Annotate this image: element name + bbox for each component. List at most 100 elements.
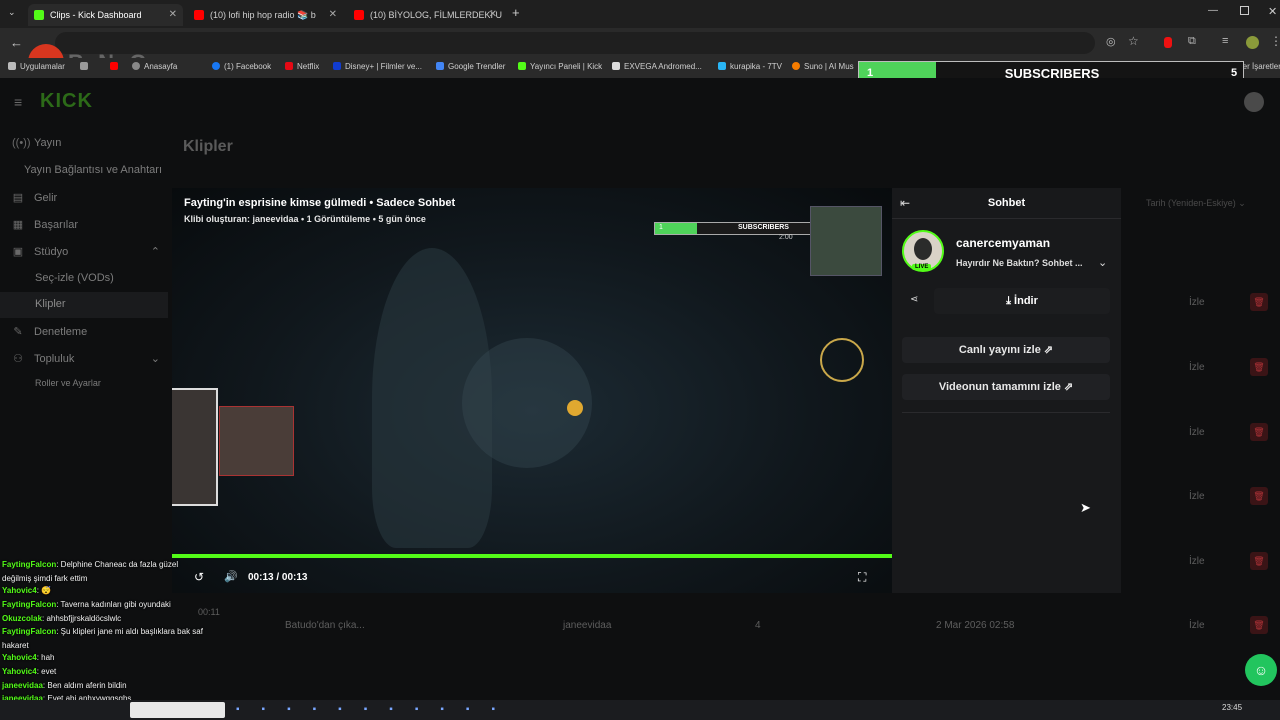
chat-message: Okuzcolak: ahhsbfjjrskaldöcslwlc: [2, 614, 121, 623]
bookmark-suno[interactable]: Suno | AI Mus: [792, 62, 854, 71]
maximize-button[interactable]: [1240, 6, 1249, 15]
delete-icon[interactable]: 🗑: [1250, 487, 1268, 505]
bookmark-exvega[interactable]: EXVEGA Andromed...: [612, 62, 702, 71]
close-tab-icon[interactable]: ✕: [329, 4, 337, 26]
bookmark-netflix[interactable]: Netflix: [285, 62, 319, 71]
download-button[interactable]: ⤓ İndir: [934, 288, 1110, 314]
row-action-izle[interactable]: İzle: [1189, 620, 1205, 631]
star-icon[interactable]: ☆: [1128, 34, 1139, 48]
tab-clips-kick[interactable]: Clips - Kick Dashboard ✕: [28, 4, 183, 26]
sidebar-item-yayin[interactable]: ((•)) Yayın: [12, 137, 61, 149]
watch-full-video-button[interactable]: Videonun tamamını izle ⇗: [902, 374, 1110, 400]
menu-icon[interactable]: ⋮: [1270, 34, 1280, 48]
extension-red-icon[interactable]: [1164, 37, 1172, 48]
tab-biyolog[interactable]: (10) BİYOLOG, FİLMLERDEKİ U ✕: [348, 4, 503, 26]
hamburger-menu-icon[interactable]: ≡: [14, 94, 22, 110]
row-action-izle[interactable]: İzle: [1189, 556, 1205, 567]
extensions-icon[interactable]: ⧉: [1188, 35, 1196, 48]
kick-favicon-icon: [34, 10, 44, 20]
download-label: İndir: [1014, 295, 1038, 307]
tab-title: (10) BİYOLOG, FİLMLERDEKİ U: [370, 10, 503, 20]
chat-username[interactable]: Yahovic4: [2, 653, 37, 662]
channel-name[interactable]: canercemyaman: [956, 236, 1050, 250]
bookmark-kick-panel[interactable]: Yayıncı Paneli | Kick: [518, 62, 602, 71]
chat-username[interactable]: FaytingFalcon: [2, 600, 56, 609]
panel-divider: [892, 218, 1121, 219]
kick-chat-fab[interactable]: ☺: [1245, 654, 1277, 686]
chat-text: : evet: [36, 667, 57, 676]
delete-icon[interactable]: 🗑: [1250, 293, 1268, 311]
ingame-timer: 2:00: [779, 234, 793, 241]
chevron-down-icon: ⌄: [1238, 198, 1246, 208]
7tv-icon: [718, 62, 726, 70]
clip-video-player[interactable]: Fayting'in esprisine kimse gülmedi • Sad…: [172, 188, 892, 593]
sidebar-item-vods[interactable]: Seç-izle (VODs): [35, 272, 114, 284]
minimize-button[interactable]: —: [1208, 5, 1218, 16]
sidebar-item-basarilar[interactable]: ▦ Başarılar: [12, 218, 78, 231]
bookmark-label: (1) Facebook: [224, 62, 272, 71]
volume-icon[interactable]: 🔊: [224, 570, 238, 583]
row-action-izle[interactable]: İzle: [1189, 362, 1205, 373]
close-tab-icon[interactable]: ✕: [169, 4, 177, 26]
eye-off-icon[interactable]: ◎: [1106, 35, 1116, 48]
sidebar-item-topluluk[interactable]: ⚇ Topluluk ⌄: [12, 352, 160, 365]
omnibox[interactable]: [55, 32, 1095, 54]
sidebar-item-roller[interactable]: Roller ve Ayarlar: [35, 378, 101, 388]
back-arrow-icon[interactable]: ←: [10, 35, 23, 50]
media-icon[interactable]: ≡: [1222, 35, 1228, 47]
facebook-icon: [212, 62, 220, 70]
sidebar-label: Roller ve Ayarlar: [35, 378, 101, 388]
sort-dropdown[interactable]: Tarih (Yeniden-Eskiye) ⌄: [1146, 198, 1246, 209]
delete-icon[interactable]: 🗑: [1250, 552, 1268, 570]
row-action-izle[interactable]: İzle: [1189, 297, 1205, 308]
chat-username[interactable]: FaytingFalcon: [2, 560, 56, 569]
user-avatar[interactable]: [1244, 92, 1264, 112]
delete-icon[interactable]: 🗑: [1250, 423, 1268, 441]
grid-icon[interactable]: [80, 62, 92, 71]
clip-title[interactable]: Batudo'dan çıka...: [285, 620, 365, 631]
chat-username[interactable]: Yahovic4: [2, 586, 37, 595]
stream-title: Hayırdır Ne Baktın? Sohbet ...: [956, 258, 1083, 268]
replay-icon[interactable]: ↺: [194, 570, 204, 584]
tab-lofi-radio[interactable]: (10) lofi hip hop radio 📚 b ✕: [188, 4, 343, 26]
sidebar-item-gelir[interactable]: ▤ Gelir: [12, 191, 57, 204]
tab-list-chevron-icon[interactable]: ⌄: [8, 7, 16, 18]
fullscreen-icon[interactable]: ⛶: [858, 570, 866, 585]
bookmark-apps[interactable]: Uygulamalar: [8, 62, 65, 71]
system-clock: 23:45: [1222, 703, 1243, 712]
row-action-izle[interactable]: İzle: [1189, 427, 1205, 438]
bookmark-google-trends[interactable]: Google Trendler: [436, 62, 505, 71]
chat-username[interactable]: FaytingFalcon: [2, 627, 56, 636]
sidebar-item-klipler[interactable]: Klipler: [35, 298, 66, 310]
chevron-down-icon[interactable]: ⌄: [1098, 256, 1107, 269]
chat-username[interactable]: janeevidaa: [2, 681, 43, 690]
bookmark-anasayfa[interactable]: Anasayfa: [132, 62, 177, 71]
kick-logo[interactable]: KICK: [40, 90, 93, 113]
bookmark-7tv[interactable]: kurapika - 7TV: [718, 62, 782, 71]
sidebar-label: Seç-izle (VODs): [35, 272, 114, 284]
bookmark-disney[interactable]: Disney+ | Filmler ve...: [333, 62, 422, 71]
delete-icon[interactable]: 🗑: [1250, 616, 1268, 634]
bookmark-label: Yayıncı Paneli | Kick: [530, 62, 603, 71]
youtube-favicon-icon: [354, 10, 364, 20]
sidebar-label: Denetleme: [34, 326, 88, 338]
close-window-button[interactable]: ✕: [1268, 5, 1277, 18]
mouse-cursor-icon: ➤: [1080, 500, 1091, 515]
sidebar-item-yayin-baglantisi[interactable]: Yayın Bağlantısı ve Anahtarı: [24, 164, 162, 176]
sidebar-label: Yayın Bağlantısı ve Anahtarı: [24, 164, 162, 176]
video-progress-track[interactable]: [172, 554, 892, 558]
youtube-bookmark-icon[interactable]: [110, 62, 122, 71]
chat-username[interactable]: Okuzcolak: [2, 614, 42, 623]
watch-live-button[interactable]: Canlı yayını izle ⇗: [902, 337, 1110, 363]
new-tab-button[interactable]: +: [512, 5, 520, 20]
chat-username[interactable]: Yahovic4: [2, 667, 37, 676]
taskbar-search[interactable]: [130, 702, 225, 718]
sidebar-item-denetleme[interactable]: ✎ Denetleme: [12, 325, 87, 338]
delete-icon[interactable]: 🗑: [1250, 358, 1268, 376]
sidebar-item-studyo[interactable]: ▣ Stüdyo ⌃: [12, 245, 160, 258]
close-tab-icon[interactable]: ✕: [489, 4, 497, 26]
share-icon[interactable]: ⋖: [910, 294, 918, 305]
profile-avatar[interactable]: [1246, 36, 1259, 49]
bookmark-facebook[interactable]: (1) Facebook: [212, 62, 271, 71]
row-action-izle[interactable]: İzle: [1189, 491, 1205, 502]
